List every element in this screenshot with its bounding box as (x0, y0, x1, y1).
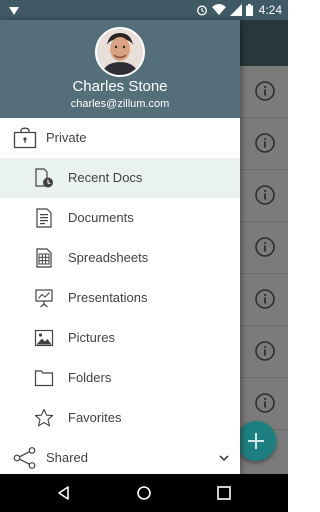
nav-item-label: Folders (68, 370, 112, 385)
plus-icon (248, 433, 264, 449)
system-icons: 4:24 (196, 2, 282, 18)
nav-item-label: Presentations (68, 290, 148, 305)
nav-item-folders[interactable]: Folders (0, 358, 240, 398)
section-private[interactable]: Private (0, 118, 240, 158)
status-bar: 4:24 (0, 0, 288, 20)
section-shared-label: Shared (46, 450, 88, 465)
share-icon (13, 447, 36, 469)
home-icon[interactable] (136, 485, 152, 501)
user-photo (97, 29, 143, 75)
document-icon (36, 208, 52, 228)
nav-item-label: Recent Docs (68, 170, 143, 185)
navigation-drawer: Charles Stone charles@zillum.com Private… (0, 20, 240, 474)
spreadsheet-icon (36, 248, 52, 268)
info-icon (255, 237, 275, 257)
section-shared[interactable]: Shared (0, 438, 240, 474)
nav-item-pictures[interactable]: Pictures (0, 318, 240, 358)
user-email: charles@zillum.com (70, 98, 170, 110)
back-icon[interactable] (56, 485, 72, 501)
info-icon (255, 393, 275, 413)
section-private-label: Private (46, 130, 87, 145)
nav-item-documents[interactable]: Documents (0, 198, 240, 238)
battery-icon (245, 4, 253, 16)
lock-folder-icon (13, 127, 37, 149)
info-icon (255, 81, 275, 101)
info-icon (255, 289, 275, 309)
android-debug-icon (9, 7, 19, 15)
add-fab-button (236, 421, 276, 461)
nav-item-favorites[interactable]: Favorites (0, 398, 240, 438)
nav-item-label: Documents (68, 210, 134, 225)
nav-item-recent-docs[interactable]: Recent Docs (0, 158, 240, 198)
info-icon (255, 341, 275, 361)
user-name: Charles Stone (72, 78, 168, 95)
wifi-icon (211, 4, 226, 15)
chevron-down-icon[interactable] (218, 452, 230, 464)
signal-icon (229, 4, 242, 16)
presentation-icon (35, 289, 53, 308)
info-icon (255, 133, 275, 153)
star-icon (34, 408, 54, 427)
nav-item-spreadsheets[interactable]: Spreadsheets (0, 238, 240, 278)
avatar[interactable] (95, 27, 145, 77)
folder-icon (34, 370, 54, 387)
recents-icon[interactable] (216, 485, 232, 501)
system-navigation-bar (0, 474, 288, 512)
drawer-header: Charles Stone charles@zillum.com (0, 20, 240, 118)
nav-item-label: Pictures (68, 330, 115, 345)
nav-item-label: Favorites (68, 410, 122, 425)
nav-item-label: Spreadsheets (68, 250, 149, 265)
nav-item-presentations[interactable]: Presentations (0, 278, 240, 318)
picture-icon (34, 329, 54, 347)
recent-docs-icon (35, 168, 53, 188)
status-time: 4:24 (258, 3, 282, 17)
info-icon (255, 185, 275, 205)
alarm-icon (196, 5, 207, 16)
